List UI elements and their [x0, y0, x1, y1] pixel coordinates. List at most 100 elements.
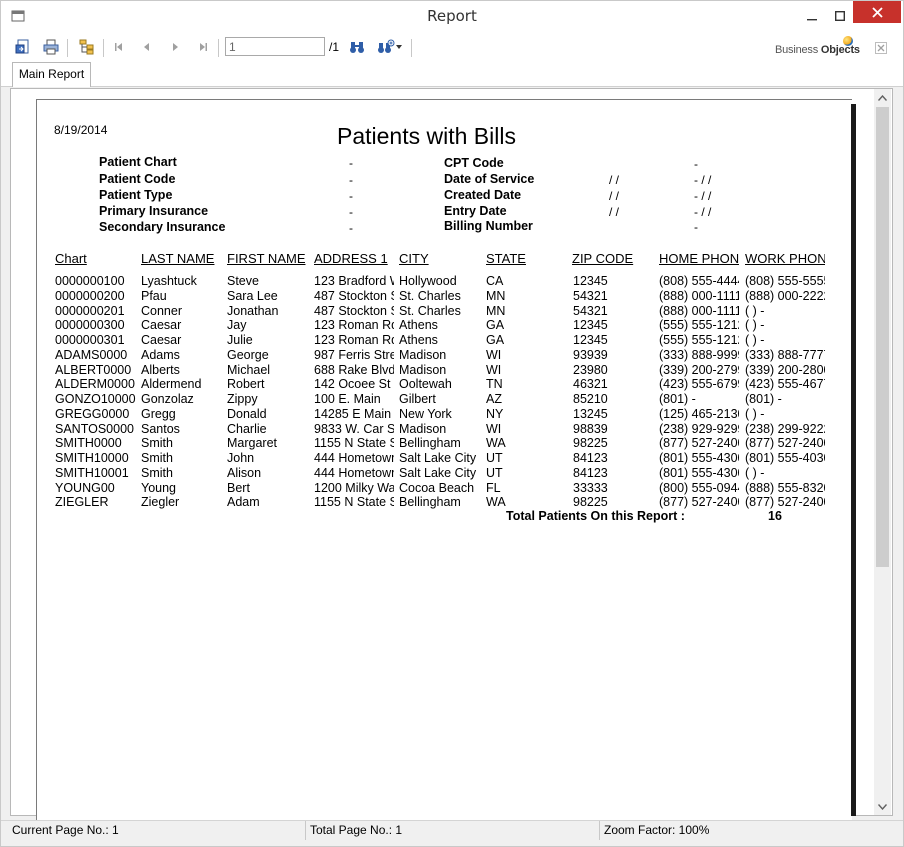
param-label: Patient Type	[99, 188, 173, 202]
binoculars-icon	[350, 42, 364, 53]
cell-last-name: Gonzolaz	[141, 392, 194, 406]
close-icon	[871, 6, 883, 18]
cell-last-name: Caesar	[141, 318, 182, 333]
window-title: Report	[427, 7, 477, 25]
cell-state: MN	[486, 303, 506, 318]
cell-first-name: Bert	[227, 480, 250, 495]
next-page-icon	[173, 43, 178, 51]
scroll-up-button[interactable]	[874, 89, 891, 106]
export-button[interactable]	[13, 37, 33, 57]
toolbar-separator	[103, 39, 104, 57]
cell-last-name: Adams	[141, 347, 180, 362]
tab-main-report[interactable]: Main Report	[12, 62, 91, 87]
vertical-scrollbar[interactable]	[874, 89, 891, 815]
cell-state: UT	[486, 451, 503, 465]
minimize-icon	[807, 18, 817, 20]
param-label: Patient Code	[99, 172, 176, 186]
cell-chart: 0000000200	[55, 288, 125, 303]
cell-city: Cocoa Beach	[399, 480, 475, 495]
cell-zip: 93939	[573, 347, 608, 362]
column-header-city: CITY	[399, 251, 429, 266]
cell-first-name: Sara Lee	[227, 288, 278, 303]
cell-first-name: John	[227, 451, 255, 465]
report-toolbar: /1 Business Objects	[1, 32, 903, 62]
zoom-button[interactable]	[375, 37, 405, 57]
cell-home-phone: (808) 555-4444	[659, 274, 739, 288]
page-shadow	[851, 104, 856, 816]
cell-chart: GONZO10000	[55, 392, 136, 406]
cell-last-name: Ziegler	[141, 495, 180, 510]
param-to: - / /	[694, 173, 712, 187]
cell-home-phone: (888) 000-1111	[659, 303, 739, 318]
previous-page-button[interactable]	[137, 37, 157, 57]
cell-zip: 13245	[573, 406, 608, 421]
cell-city: Ooltewah	[399, 377, 452, 392]
next-page-button[interactable]	[165, 37, 185, 57]
column-header-home-phone: HOME PHONE	[659, 251, 739, 266]
cell-work-phone: (423) 555-4677	[745, 377, 825, 392]
cell-city: Salt Lake City	[399, 451, 477, 465]
close-button[interactable]	[853, 1, 901, 23]
maximize-button[interactable]	[827, 1, 853, 30]
cell-city: St. Charles	[399, 303, 461, 318]
status-divider	[599, 821, 600, 840]
goto-page-input[interactable]	[225, 37, 325, 56]
cell-first-name: Julie	[227, 333, 253, 347]
total-value: 16	[768, 509, 782, 523]
cell-state: AZ	[486, 392, 502, 406]
total-label: Total Patients On this Report :	[506, 509, 685, 523]
cell-work-phone: (877) 527-2400	[745, 436, 825, 451]
find-button[interactable]	[347, 37, 367, 57]
printer-icon	[43, 39, 59, 55]
cell-work-phone: ( ) -	[745, 333, 765, 347]
cell-work-phone: ( ) -	[745, 406, 765, 421]
cell-last-name: Smith	[141, 436, 173, 451]
cell-address: 123 Roman Rd	[314, 333, 394, 347]
cell-zip: 98225	[573, 495, 608, 510]
cell-address: 123 Bradford Way	[314, 274, 394, 288]
cell-city: Athens	[399, 333, 438, 347]
chevron-down-icon	[878, 803, 887, 810]
cell-home-phone: (423) 555-6799	[659, 377, 739, 392]
cell-work-phone: ( ) -	[745, 303, 765, 318]
cell-home-phone: (339) 200-2799	[659, 362, 739, 377]
first-page-icon	[115, 43, 122, 51]
report-date: 8/19/2014	[54, 123, 108, 137]
scroll-down-button[interactable]	[874, 798, 891, 815]
cell-address: 444 Hometown Rd	[314, 465, 394, 480]
column-header-last-name: LAST NAME	[141, 251, 215, 266]
cell-zip: 33333	[573, 480, 608, 495]
scroll-thumb[interactable]	[876, 107, 889, 567]
cell-state: WA	[486, 436, 506, 451]
cell-zip: 84123	[573, 465, 608, 480]
print-button[interactable]	[41, 37, 61, 57]
cell-address: 987 Ferris Street	[314, 347, 394, 362]
cell-home-phone: (801) 555-4300	[659, 451, 739, 465]
cell-address: 14285 E Main St	[314, 406, 394, 421]
cell-city: Bellingham	[399, 495, 461, 510]
cell-work-phone: (888) 000-2222	[745, 288, 825, 303]
last-page-button[interactable]	[193, 37, 213, 57]
param-from: / /	[609, 205, 620, 219]
cell-city: Madison	[399, 362, 447, 377]
first-page-button[interactable]	[109, 37, 129, 57]
minimize-button[interactable]	[797, 1, 827, 30]
cell-state: WA	[486, 495, 506, 510]
cell-last-name: Caesar	[141, 333, 182, 347]
cell-state: WI	[486, 347, 502, 362]
cell-state: CA	[486, 274, 504, 288]
param-label: Created Date	[444, 188, 522, 202]
param-from: / /	[609, 173, 620, 187]
param-value: -	[349, 173, 353, 187]
close-view-icon[interactable]	[875, 42, 887, 54]
param-value: -	[349, 189, 353, 203]
group-tree-button[interactable]	[77, 37, 97, 57]
cell-work-phone: (333) 888-7777	[745, 347, 825, 362]
cell-first-name: Charlie	[227, 421, 267, 436]
cell-first-name: Margaret	[227, 436, 278, 451]
param-value: -	[349, 205, 353, 219]
cell-city: Hollywood	[399, 274, 457, 288]
toolbar-separator	[218, 39, 219, 57]
cell-chart: ALBERT0000	[55, 362, 132, 377]
param-label: Entry Date	[444, 204, 507, 218]
